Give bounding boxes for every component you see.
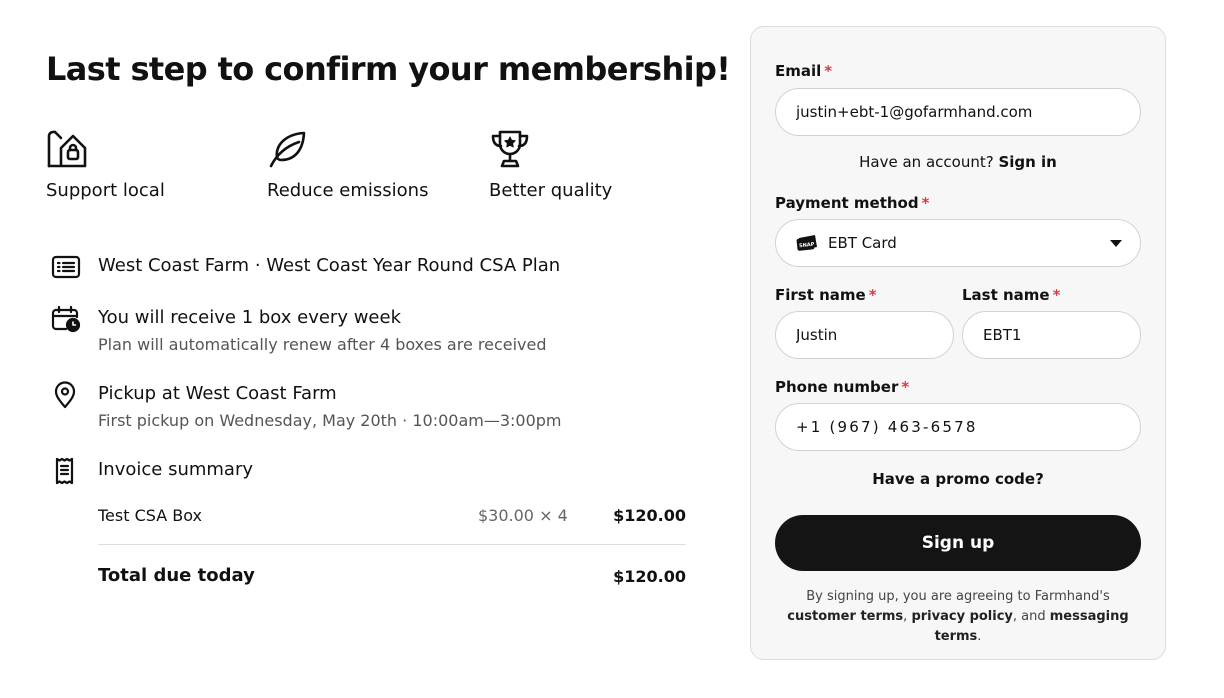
first-name-input[interactable] — [796, 326, 953, 344]
item-price: $120.00 — [613, 506, 686, 525]
promo-code-link[interactable]: Have a promo code? — [751, 470, 1165, 488]
email-input[interactable] — [796, 103, 1140, 121]
phone-label: Phone number * — [775, 378, 910, 396]
last-name-field[interactable] — [962, 311, 1141, 359]
last-name-label: Last name * — [962, 286, 1061, 304]
signup-form: Email* Have an account? Sign in Payment … — [750, 26, 1166, 660]
farm-building-icon — [47, 130, 87, 168]
account-prompt: Have an account? Sign in — [751, 153, 1165, 171]
pickup-sub: First pickup on Wednesday, May 20th · 10… — [98, 411, 562, 430]
email-field[interactable] — [775, 88, 1141, 136]
chevron-down-icon — [1110, 240, 1122, 247]
plan-name: West Coast Farm · West Coast Year Round … — [98, 255, 560, 276]
required-mark: * — [868, 286, 877, 304]
legal-text: By signing up, you are agreeing to Farmh… — [787, 589, 1129, 644]
account-prompt-text: Have an account? — [859, 153, 994, 171]
plan-separator: · — [249, 255, 267, 276]
invoice-title: Invoice summary — [98, 459, 254, 480]
item-name: Test CSA Box — [98, 506, 202, 525]
phone-input[interactable] — [796, 418, 1140, 436]
payment-method-value: EBT Card — [828, 234, 897, 252]
total-label: Total due today — [98, 565, 255, 586]
snap-card-icon: SNAP — [796, 235, 817, 251]
page-title: Last step to confirm your membership! — [46, 50, 731, 88]
required-mark: * — [824, 62, 833, 80]
required-mark: * — [1052, 286, 1061, 304]
benefit-label: Better quality — [489, 180, 613, 201]
required-mark: * — [921, 194, 930, 212]
calendar-clock-icon — [51, 305, 81, 333]
schedule-sub: Plan will automatically renew after 4 bo… — [98, 335, 547, 354]
membership-summary: Last step to confirm your membership! Su… — [46, 48, 731, 586]
leaf-icon — [269, 131, 306, 168]
receipt-icon — [55, 457, 74, 485]
first-name-field[interactable] — [775, 311, 954, 359]
last-name-input[interactable] — [983, 326, 1140, 344]
location-pin-icon — [54, 381, 76, 409]
benefit-support-local: Support local — [46, 128, 246, 201]
payment-method-select[interactable]: SNAP EBT Card — [775, 219, 1141, 267]
sign-in-link[interactable]: Sign in — [998, 153, 1056, 171]
phone-field[interactable] — [775, 403, 1141, 451]
email-label: Email * — [775, 62, 833, 80]
benefits-row: Support local Reduce emissions Better qu… — [46, 128, 686, 208]
schedule-main: You will receive 1 box every week — [98, 307, 401, 328]
farm-name: West Coast Farm — [98, 255, 250, 276]
benefit-label: Support local — [46, 180, 165, 201]
total-value: $120.00 — [613, 567, 686, 586]
pickup-main: Pickup at West Coast Farm — [98, 383, 337, 404]
plan-title: West Coast Year Round CSA Plan — [266, 255, 561, 276]
payment-method-label: Payment method * — [775, 194, 930, 212]
required-mark: * — [901, 378, 910, 396]
benefit-better-quality: Better quality — [489, 128, 689, 201]
item-quantity: $30.00 × 4 — [478, 506, 568, 525]
invoice-divider — [98, 544, 686, 545]
sign-up-button[interactable]: Sign up — [775, 515, 1141, 571]
privacy-policy-link[interactable]: privacy policy — [911, 609, 1012, 624]
legal-prefix: By signing up, you are agreeing to Farmh… — [806, 589, 1110, 604]
first-name-label: First name * — [775, 286, 877, 304]
benefit-label: Reduce emissions — [267, 180, 429, 201]
benefit-reduce-emissions: Reduce emissions — [267, 128, 467, 201]
customer-terms-link[interactable]: customer terms — [787, 609, 903, 624]
trophy-icon — [491, 130, 529, 168]
list-icon — [51, 255, 81, 279]
